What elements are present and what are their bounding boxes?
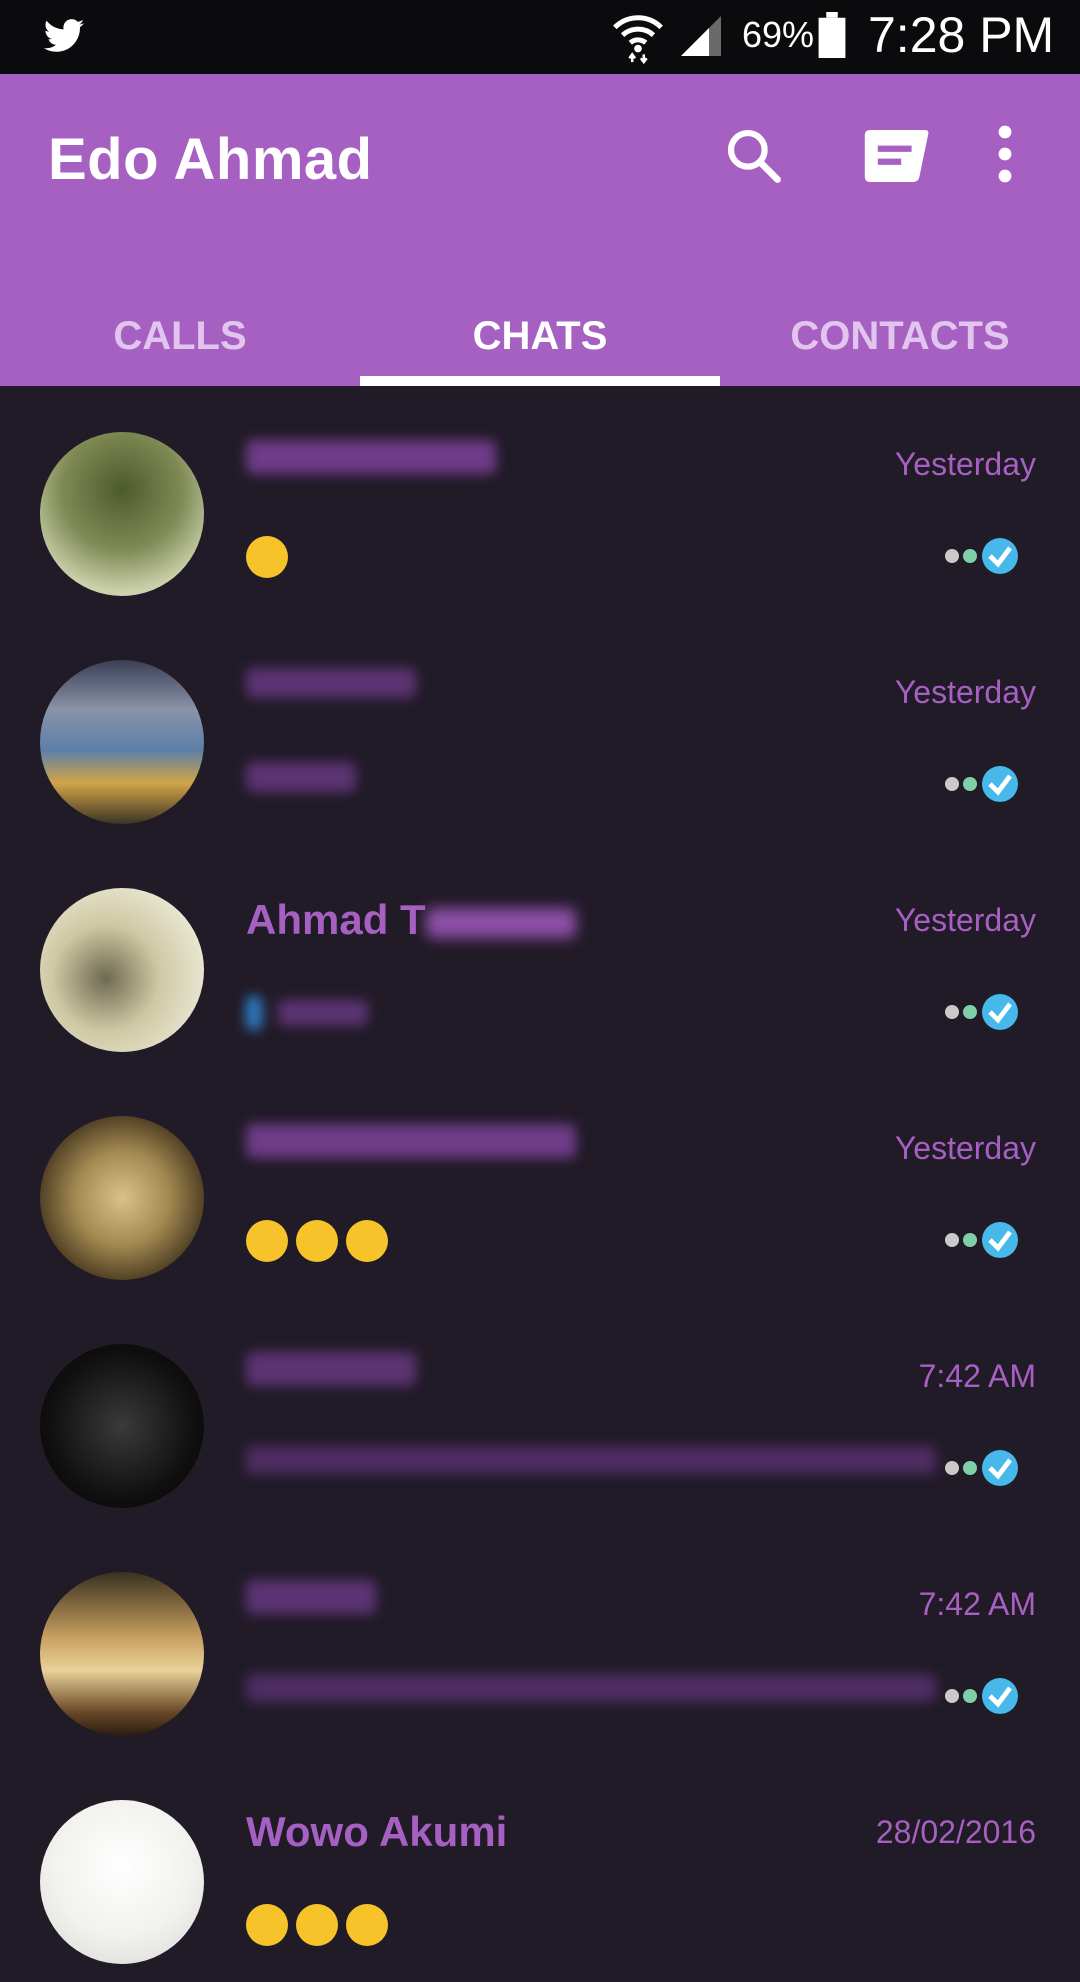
chat-time: Yesterday [894, 446, 1036, 482]
read-receipt-icon [945, 766, 1018, 802]
chat-time: 7:42 AM [918, 1586, 1036, 1622]
voice-duration [278, 1000, 368, 1027]
emoji-icon [346, 1904, 388, 1947]
chat-preview [246, 990, 368, 1032]
read-receipt-icon [945, 538, 1018, 574]
read-receipt-icon [945, 994, 1018, 1030]
chat-row[interactable]: Wowo Akumi 28/02/2016 [0, 1754, 1080, 1982]
chat-name-blurred-part [425, 907, 576, 938]
emoji-icon [346, 1220, 388, 1263]
chat-row[interactable]: Ahmad T Yesterday [0, 842, 1080, 1070]
chat-row[interactable]: Yesterday [0, 614, 1080, 842]
emoji-icon [246, 536, 288, 579]
twitter-icon [43, 19, 85, 52]
chat-time: Yesterday [894, 674, 1036, 710]
chat-name: Ahmad T [246, 896, 576, 944]
chat-time: 28/02/2016 [875, 1814, 1036, 1850]
signal-icon [681, 16, 721, 56]
battery-percent: 69% [742, 14, 815, 55]
chat-name: Wowo Akumi [246, 1808, 508, 1855]
tab-contacts[interactable]: CONTACTS [720, 296, 1080, 386]
chat-time: 7:42 AM [918, 1358, 1036, 1394]
compose-icon[interactable] [862, 130, 930, 182]
avatar[interactable] [40, 888, 204, 1052]
app-bar: Edo Ahmad CALLS CHATS CONTACTS [0, 74, 1080, 386]
chat-preview [246, 534, 296, 579]
emoji-icon [296, 1220, 338, 1263]
app-title: Edo Ahmad [48, 127, 373, 192]
avatar[interactable] [40, 1344, 204, 1508]
status-bar: 69% 7:28 PM [0, 0, 1080, 74]
chat-name [246, 1352, 416, 1386]
emoji-icon [296, 1904, 338, 1947]
chat-name [246, 440, 496, 474]
tab-chats[interactable]: CHATS [360, 296, 720, 386]
chat-time: Yesterday [894, 902, 1036, 938]
read-receipt-icon [945, 1678, 1018, 1714]
avatar[interactable] [40, 432, 204, 596]
read-receipt-icon [945, 1222, 1018, 1258]
chat-name [246, 1124, 576, 1158]
chat-preview [246, 1674, 936, 1702]
avatar[interactable] [40, 1116, 204, 1280]
avatar[interactable] [40, 660, 204, 824]
chat-row[interactable]: Yesterday [0, 1070, 1080, 1298]
chat-time: Yesterday [894, 1130, 1036, 1166]
tab-indicator [360, 376, 720, 386]
overflow-menu-icon[interactable] [990, 124, 1020, 184]
search-icon[interactable] [722, 124, 784, 186]
battery-icon [818, 12, 846, 58]
mic-icon [246, 996, 262, 1031]
emoji-icon [246, 1904, 288, 1947]
avatar[interactable] [40, 1572, 204, 1736]
chat-preview [246, 1218, 396, 1263]
chat-preview [246, 1902, 396, 1947]
read-receipt-icon [945, 1450, 1018, 1486]
wifi-icon [613, 15, 663, 64]
chat-name [246, 668, 416, 698]
chat-row[interactable]: Yesterday [0, 386, 1080, 614]
avatar[interactable] [40, 1800, 204, 1964]
chat-row[interactable]: 7:42 AM [0, 1298, 1080, 1526]
chat-row[interactable]: 7:42 AM [0, 1526, 1080, 1754]
status-time: 7:28 PM [868, 7, 1055, 63]
chat-preview [246, 762, 356, 792]
chat-name [246, 1580, 376, 1614]
chat-preview [246, 1446, 936, 1474]
chat-name-text: Ahmad T [246, 896, 426, 943]
emoji-icon [246, 1220, 288, 1263]
tab-calls[interactable]: CALLS [0, 296, 360, 386]
